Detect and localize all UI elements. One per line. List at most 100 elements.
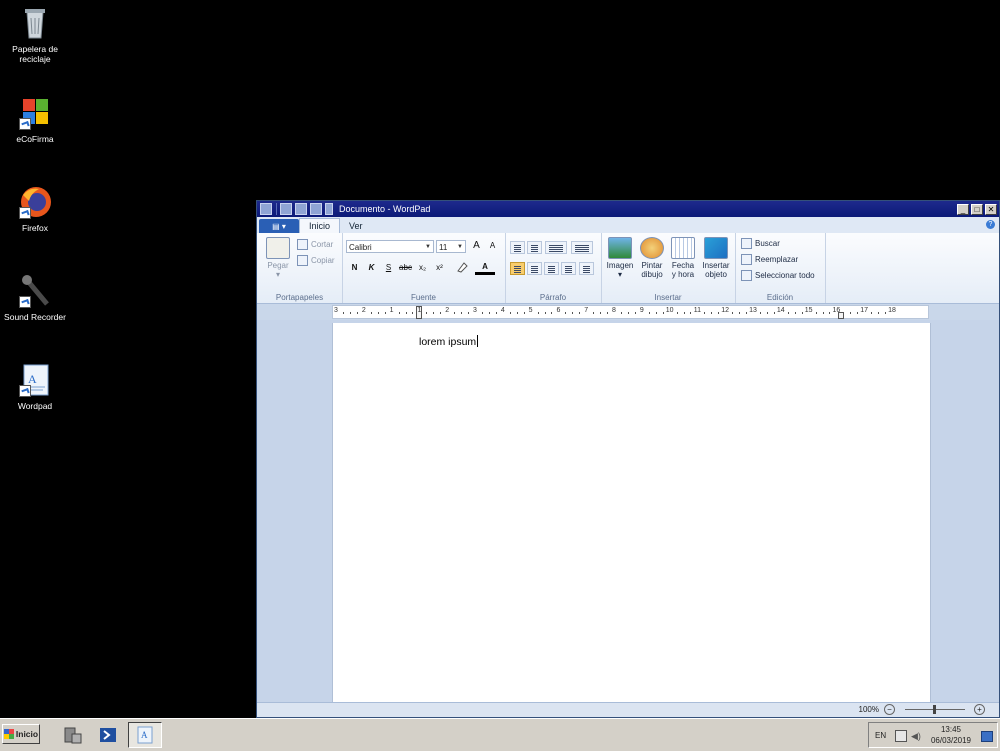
ruler-tick xyxy=(565,312,567,314)
zoom-slider-thumb[interactable] xyxy=(933,705,936,714)
italic-button[interactable]: K xyxy=(364,261,379,275)
desktop-icon-ecofirma[interactable]: eCoFirma xyxy=(0,96,70,144)
paint-drawing-button[interactable]: Pintar dibujo xyxy=(636,237,668,279)
ruler-tick xyxy=(405,312,407,314)
insert-image-button[interactable]: Imagen ▾ xyxy=(604,237,636,279)
superscript-button[interactable]: x² xyxy=(432,261,447,275)
clock-time[interactable]: 13:45 xyxy=(931,725,971,734)
ruler-number: 2 xyxy=(445,307,450,314)
ruler-tick xyxy=(544,312,546,314)
zoom-slider[interactable] xyxy=(905,705,965,714)
grow-font-button[interactable]: A xyxy=(469,239,484,253)
minimize-button[interactable]: _ xyxy=(957,203,969,215)
subscript-button[interactable]: x₂ xyxy=(415,261,430,275)
bullets-button[interactable] xyxy=(545,241,567,254)
replace-label: Reemplazar xyxy=(755,255,799,264)
increase-indent-button[interactable] xyxy=(527,241,542,254)
taskbar-wordpad[interactable]: A xyxy=(128,722,162,748)
paragraph-group: Párrafo xyxy=(505,233,602,303)
zoom-out-button[interactable]: − xyxy=(884,704,895,715)
ruler-number: 9 xyxy=(639,307,644,314)
ruler-tick xyxy=(461,312,463,314)
desktop-icon-label: eCoFirma xyxy=(16,134,54,144)
find-button[interactable]: Buscar xyxy=(741,238,780,249)
replace-button[interactable]: Reemplazar xyxy=(741,254,798,265)
shrink-font-button[interactable]: A xyxy=(485,239,500,253)
clipboard-group: Pegar ▾ Cortar Copiar Portapapeles xyxy=(257,233,343,303)
ruler-tick xyxy=(815,312,817,314)
align-right-button[interactable] xyxy=(544,262,559,275)
taskbar-powershell[interactable] xyxy=(94,722,122,748)
insert-object-button[interactable]: Insertar objeto xyxy=(699,237,733,279)
zoom-in-button[interactable]: + xyxy=(974,704,985,715)
ruler-tick xyxy=(662,312,664,314)
select-all-button[interactable]: Seleccionar todo xyxy=(741,270,815,281)
ruler-tick xyxy=(843,312,845,314)
cut-button[interactable]: Cortar xyxy=(297,239,333,250)
desktop-icon-firefox[interactable]: Firefox xyxy=(0,185,70,233)
align-center-button[interactable] xyxy=(527,262,542,275)
application-menu-button[interactable]: ▤ ▾ xyxy=(259,219,299,233)
title-bar[interactable]: Documento - WordPad _ □ ✕ xyxy=(257,201,999,217)
highlight-color-button[interactable] xyxy=(452,261,472,275)
document-text[interactable]: lorem ipsum xyxy=(419,335,479,348)
justify-icon xyxy=(565,266,572,273)
action-center-icon[interactable] xyxy=(981,731,993,742)
copy-button[interactable]: Copiar xyxy=(297,255,335,266)
tab-view[interactable]: Ver xyxy=(340,219,372,233)
document-area[interactable]: lorem ipsum xyxy=(257,320,999,703)
paste-button[interactable]: Pegar ▾ xyxy=(263,237,293,279)
ruler-tick xyxy=(342,312,344,314)
taskbar-server-manager[interactable] xyxy=(58,722,86,748)
app-icon[interactable] xyxy=(260,203,272,215)
help-icon[interactable]: ? xyxy=(986,220,995,229)
desktop-icon-wordpad[interactable]: A Wordpad xyxy=(0,363,70,411)
maximize-button[interactable]: □ xyxy=(971,203,983,215)
font-size-select[interactable]: 11 ▼ xyxy=(436,240,466,253)
paragraph-button[interactable] xyxy=(579,262,594,275)
align-left-button[interactable] xyxy=(510,262,525,275)
close-button[interactable]: ✕ xyxy=(985,203,997,215)
language-indicator[interactable]: EN xyxy=(875,731,886,740)
quick-access-separator xyxy=(276,203,277,215)
decrease-indent-button[interactable] xyxy=(510,241,525,254)
ruler-tick xyxy=(690,312,692,314)
ruler-tick xyxy=(829,312,831,314)
ruler-tick xyxy=(746,312,748,314)
paint-label-1: Pintar xyxy=(641,261,663,270)
zoom-level[interactable]: 100% xyxy=(859,705,879,714)
document-page[interactable]: lorem ipsum xyxy=(332,323,931,703)
desktop-icon-recycle-bin[interactable]: Papelera de reciclaje xyxy=(0,6,70,64)
redo-icon[interactable] xyxy=(310,203,322,215)
ruler-tick xyxy=(704,312,706,314)
clock-date[interactable]: 06/03/2019 xyxy=(925,736,977,745)
underline-button[interactable]: S xyxy=(381,261,396,275)
volume-icon[interactable]: ◀) xyxy=(911,731,921,742)
ruler-number: 5 xyxy=(528,307,533,314)
replace-icon xyxy=(741,254,752,265)
tab-home[interactable]: Inicio xyxy=(299,218,341,233)
desktop-icon-sound-recorder[interactable]: Sound Recorder xyxy=(0,274,70,322)
date-time-button[interactable]: Fecha y hora xyxy=(667,237,699,279)
font-color-button[interactable]: A xyxy=(475,261,495,275)
line-spacing-button[interactable] xyxy=(571,241,593,254)
bold-button[interactable]: N xyxy=(347,261,362,275)
document-text-content[interactable]: lorem ipsum xyxy=(419,336,476,348)
insert-group: Imagen ▾ Pintar dibujo Fecha y hora Inserta… xyxy=(601,233,736,303)
ruler-number: 11 xyxy=(693,307,702,314)
align-left-icon xyxy=(514,266,521,273)
group-label: Fuente xyxy=(411,293,436,302)
ruler-tick xyxy=(787,312,789,314)
network-icon[interactable] xyxy=(895,730,907,742)
customize-quick-access-icon[interactable] xyxy=(325,203,333,215)
align-right-icon xyxy=(548,266,555,273)
undo-icon[interactable] xyxy=(295,203,307,215)
wordpad-icon: A xyxy=(137,726,153,744)
save-icon[interactable] xyxy=(280,203,292,215)
justify-button[interactable] xyxy=(561,262,576,275)
start-button[interactable]: Inicio xyxy=(2,724,40,744)
strikethrough-button[interactable]: abc xyxy=(398,261,413,275)
ruler[interactable]: 3 2 1 1 2 3 4 5 6 7 8 9 10 11 12 13 14 15 16 17 18 xyxy=(332,305,929,319)
firefox-icon xyxy=(17,185,53,219)
font-family-select[interactable]: Calibri ▼ xyxy=(346,240,434,253)
